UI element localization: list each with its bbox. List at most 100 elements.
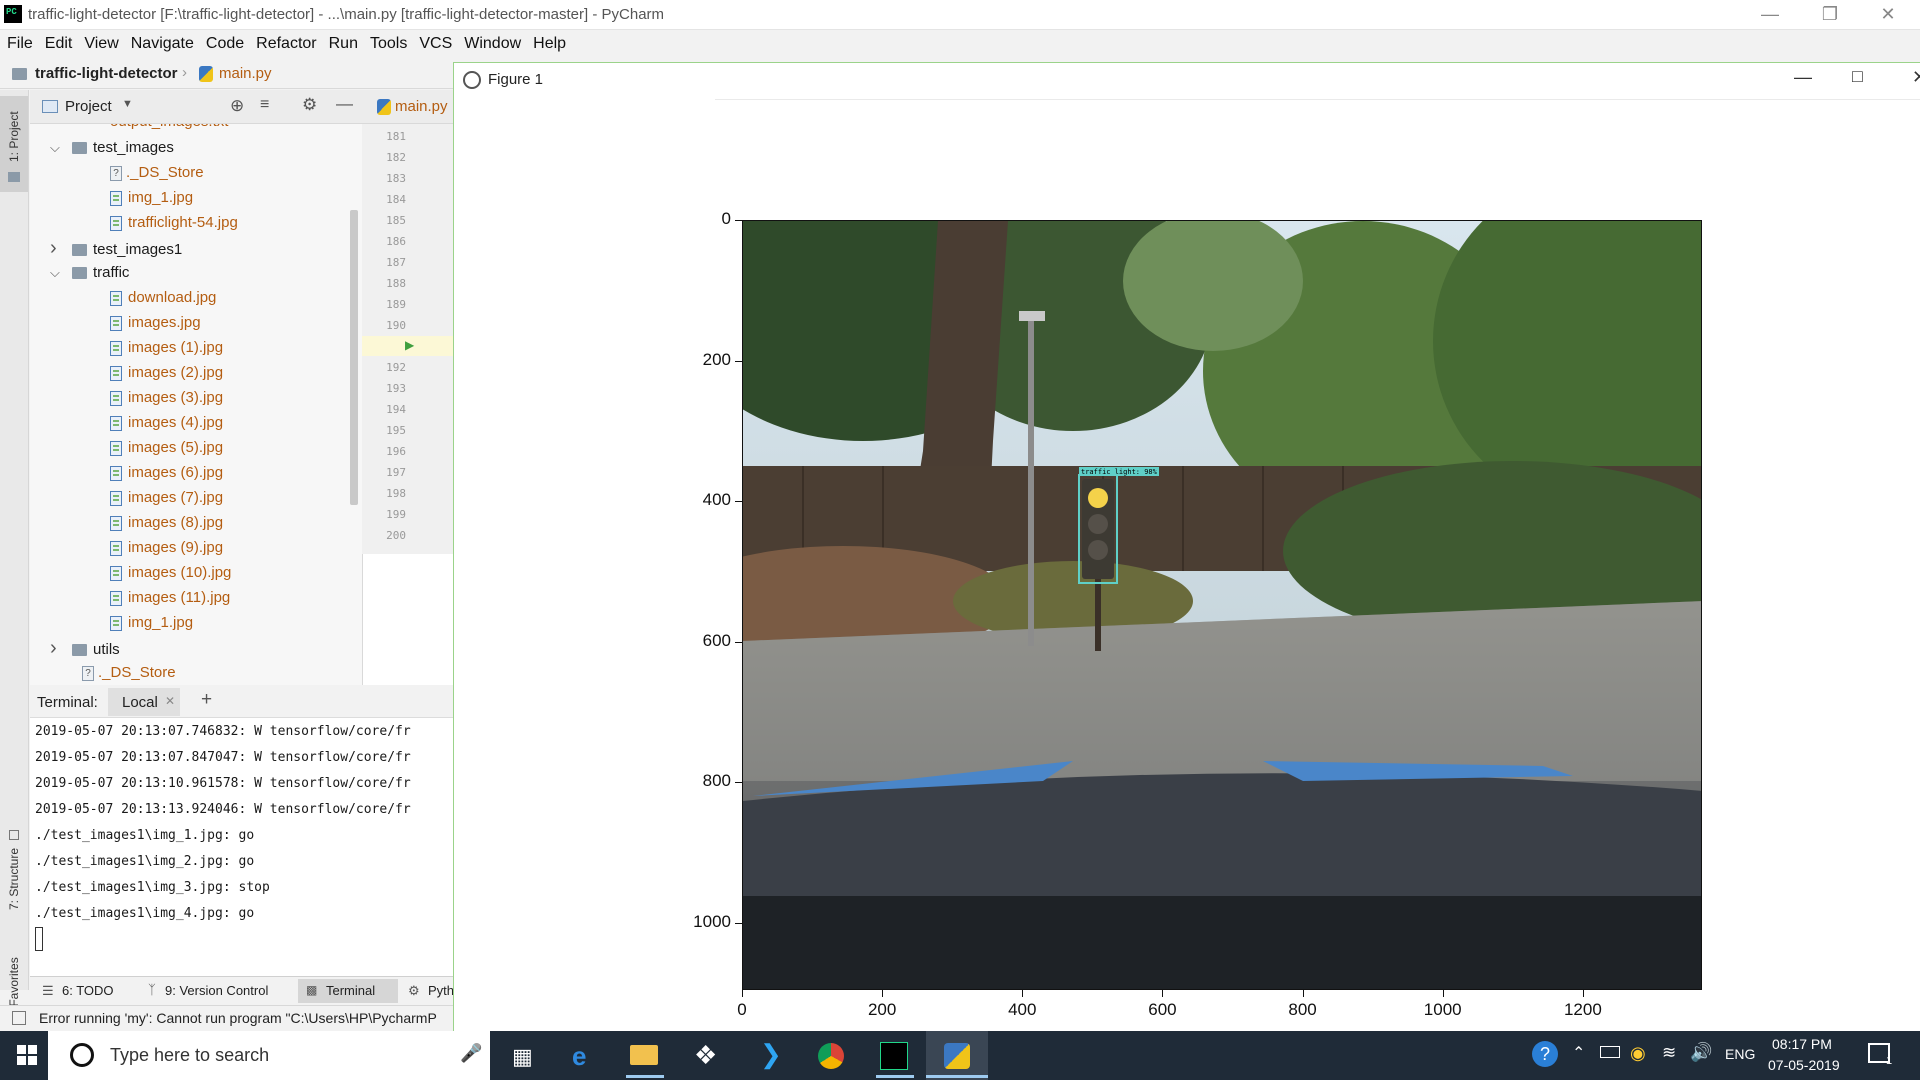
tab-terminal[interactable]: Terminal	[326, 983, 375, 998]
image-file-icon	[110, 290, 122, 306]
x-tick-mark	[1582, 990, 1584, 997]
chevron-up-icon[interactable]: ⌃	[1572, 1043, 1585, 1063]
tree-file[interactable]: images (1).jpg	[110, 336, 223, 360]
restore-button[interactable]: ❐	[1800, 0, 1860, 30]
chevron-down-icon[interactable]: ▼	[122, 98, 133, 110]
editor-tab-main[interactable]: main.py	[395, 98, 448, 115]
chevron-down-icon[interactable]: ⌵	[50, 261, 64, 285]
menu-vcs[interactable]: VCS	[413, 31, 458, 53]
plot-image[interactable]: traffic light: 98%	[742, 220, 1702, 990]
file-explorer-icon[interactable]	[630, 1045, 658, 1065]
y-tick-mark	[735, 782, 742, 784]
image-file-icon	[110, 215, 122, 231]
breadcrumb-project[interactable]: traffic-light-detector	[35, 65, 178, 82]
language-indicator[interactable]: ENG	[1725, 1046, 1755, 1062]
tree-file[interactable]: images.jpg	[110, 311, 201, 335]
volume-icon[interactable]: 🔊	[1690, 1042, 1712, 1063]
visual-studio-icon[interactable]: ❯	[760, 1039, 782, 1070]
tree-folder[interactable]: ⌵ test_images	[50, 136, 174, 160]
terminal-line: 2019-05-07 20:13:07.746832: W tensorflow…	[35, 724, 411, 739]
tree-file[interactable]: img_1.jpg	[110, 186, 193, 210]
task-view-icon[interactable]: ▦	[512, 1044, 533, 1070]
project-tool-label[interactable]: 1: Project	[7, 111, 21, 162]
chevron-right-icon[interactable]: ›	[50, 236, 64, 260]
tree-file[interactable]: download.jpg	[110, 286, 216, 310]
tree-file[interactable]: images (5).jpg	[110, 436, 223, 460]
tree-file[interactable]: images (10).jpg	[110, 561, 231, 585]
dropbox-icon[interactable]: ❖	[694, 1040, 717, 1071]
line-number: 195	[386, 424, 406, 437]
tab-version-control[interactable]: 9: Version Control	[165, 983, 268, 998]
project-tree-scrollbar[interactable]	[350, 210, 358, 505]
chrome-icon[interactable]	[818, 1043, 844, 1069]
menu-tools[interactable]: Tools	[364, 31, 413, 53]
app-tray-icon[interactable]: ◉	[1630, 1043, 1646, 1064]
clock-time[interactable]: 08:17 PM	[1772, 1036, 1832, 1052]
wifi-icon[interactable]: ≋	[1662, 1043, 1676, 1063]
battery-icon[interactable]	[1600, 1046, 1620, 1058]
tree-folder[interactable]: › test_images1	[50, 236, 182, 260]
menu-window[interactable]: Window	[458, 31, 527, 53]
editor-tab-bar: main.py	[362, 90, 454, 124]
tree-file[interactable]: images (7).jpg	[110, 486, 223, 510]
x-tick-label: 0	[737, 1000, 747, 1019]
breadcrumb-file[interactable]: main.py	[219, 65, 272, 82]
chevron-right-icon[interactable]: ›	[50, 636, 64, 660]
close-tab-icon[interactable]: ✕	[165, 694, 175, 708]
structure-tool-label[interactable]: 7: Structure	[7, 848, 21, 910]
tree-file[interactable]: images (11).jpg	[110, 586, 230, 610]
edge-icon[interactable]: e	[572, 1041, 586, 1072]
tree-file[interactable]: ? ._DS_Store	[110, 161, 204, 185]
menu-navigate[interactable]: Navigate	[125, 31, 200, 53]
line-number: 188	[386, 277, 406, 290]
tree-file[interactable]: images (8).jpg	[110, 511, 223, 535]
tree-file[interactable]: trafficlight-54.jpg	[110, 211, 238, 235]
tree-file[interactable]: img_1.jpg	[110, 611, 193, 635]
run-gutter-icon[interactable]: ▶	[405, 338, 414, 352]
new-terminal-icon[interactable]: +	[201, 689, 212, 711]
collapse-all-icon[interactable]: ≡	[260, 96, 269, 114]
help-tray-icon[interactable]: ?	[1532, 1041, 1558, 1067]
tree-file[interactable]: images (4).jpg	[110, 411, 223, 435]
locate-icon[interactable]: ⊕	[230, 96, 244, 116]
vcs-icon: ᛉ	[148, 982, 156, 997]
hide-panel-icon[interactable]: —	[336, 94, 353, 114]
figure-maximize-button[interactable]: □	[1852, 66, 1863, 87]
tree-file[interactable]: images (3).jpg	[110, 386, 223, 410]
menu-refactor[interactable]: Refactor	[250, 31, 322, 53]
menu-help[interactable]: Help	[527, 31, 572, 53]
microphone-icon[interactable]: 🎤	[460, 1043, 482, 1064]
python-taskbar-icon[interactable]	[944, 1043, 970, 1069]
tab-todo[interactable]: 6: TODO	[62, 983, 114, 998]
pycharm-taskbar-icon[interactable]	[880, 1042, 908, 1070]
chevron-down-icon[interactable]: ⌵	[50, 136, 64, 160]
tree-item-partial[interactable]: output_images.txt	[110, 124, 228, 134]
status-bar: Error running 'my': Cannot run program "…	[0, 1005, 454, 1031]
close-button[interactable]: ✕	[1858, 0, 1918, 30]
project-view-label[interactable]: Project	[65, 98, 112, 115]
x-tick-mark	[1022, 990, 1024, 997]
figure-minimize-button[interactable]: —	[1794, 67, 1812, 88]
menu-view[interactable]: View	[78, 31, 124, 53]
tree-item-label: images (4).jpg	[128, 414, 224, 431]
status-icon[interactable]	[12, 1011, 26, 1025]
menu-edit[interactable]: Edit	[39, 31, 79, 53]
structure-icon	[9, 830, 19, 840]
figure-close-button[interactable]: ✕	[1912, 67, 1920, 88]
tree-file[interactable]: images (9).jpg	[110, 536, 223, 560]
menu-code[interactable]: Code	[200, 31, 250, 53]
python-file-icon	[377, 99, 391, 115]
tree-folder[interactable]: ⌵ traffic	[50, 261, 129, 285]
tab-python-console[interactable]: Pyth	[428, 983, 454, 998]
taskbar-search-box[interactable]: Type here to search 🎤	[48, 1031, 490, 1080]
tree-file[interactable]: ? ._DS_Store	[82, 661, 176, 685]
windows-start-icon[interactable]	[17, 1045, 37, 1065]
gear-icon[interactable]: ⚙	[302, 95, 317, 115]
tree-file[interactable]: images (6).jpg	[110, 461, 223, 485]
menu-run[interactable]: Run	[323, 31, 364, 53]
minimize-button[interactable]: —	[1740, 0, 1800, 30]
tree-file[interactable]: images (2).jpg	[110, 361, 223, 385]
menu-file[interactable]: File	[0, 31, 39, 53]
tree-folder[interactable]: › utils	[50, 636, 120, 660]
clock-date[interactable]: 07-05-2019	[1768, 1057, 1840, 1073]
